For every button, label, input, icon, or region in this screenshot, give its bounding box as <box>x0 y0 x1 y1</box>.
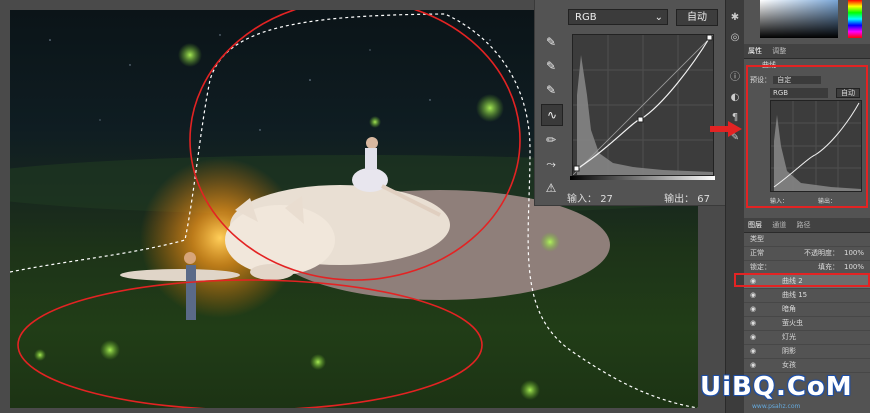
eye-icon[interactable]: ◉ <box>750 345 756 358</box>
adjustments-icon[interactable]: ◐ <box>726 88 744 108</box>
layer-row[interactable]: ◉ 暗角 <box>744 303 870 317</box>
layer-row[interactable]: ◉ 阴影 <box>744 345 870 359</box>
blend-opacity-row: 正常 不透明度： 100% <box>744 247 870 261</box>
opacity-value[interactable]: 100% <box>844 247 864 260</box>
layer-name: 阴影 <box>782 347 796 355</box>
properties-icon[interactable]: ⓘ <box>726 68 744 88</box>
layer-row[interactable]: ◉ 曲线 15 <box>744 289 870 303</box>
black-point-eyedropper-icon[interactable]: ✎ <box>541 56 561 76</box>
properties-highlight-box <box>746 65 868 208</box>
layer-row[interactable]: ◉ 萤火虫 <box>744 317 870 331</box>
curve-graph[interactable] <box>572 34 714 176</box>
input-output-readout: 输入： 27 输出： 67 <box>567 190 727 205</box>
opacity-label: 不透明度： <box>804 249 839 257</box>
input-label: 输入： <box>567 194 597 205</box>
properties-tabs: 属性 调整 <box>744 44 870 59</box>
tab-properties[interactable]: 属性 <box>748 47 762 55</box>
auto-button[interactable]: 自动 <box>676 9 718 26</box>
tab-paths[interactable]: 路径 <box>796 221 810 229</box>
clipping-warning-icon[interactable]: ⚠ <box>541 178 561 198</box>
tab-channels[interactable]: 通道 <box>772 221 786 229</box>
filter-kind-select[interactable]: 类型 <box>750 233 764 246</box>
sample-eyedropper-icon[interactable]: ✎ <box>541 32 561 52</box>
output-value: 67 <box>697 194 711 205</box>
layer-name: 曲线 15 <box>782 291 808 299</box>
eye-icon[interactable]: ◉ <box>750 303 756 316</box>
hue-slider[interactable] <box>848 0 862 38</box>
output-label: 输出： <box>664 194 695 205</box>
panel-tool-strip: ✱ ◎ ⓘ ◐ ¶ ✎ <box>725 0 744 413</box>
tab-layers[interactable]: 图层 <box>748 221 762 229</box>
curves-tools: ✎ ✎ ✎ ∿ ✏ ⤳ ⚠ <box>541 32 563 202</box>
layer-name: 灯光 <box>782 333 796 341</box>
smooth-curve-icon[interactable]: ⤳ <box>541 154 561 174</box>
channel-value: RGB <box>575 12 597 23</box>
gray-point-eyedropper-icon[interactable]: ✎ <box>541 80 561 100</box>
layers-tabs: 图层 通道 路径 <box>744 218 870 233</box>
selected-layer-highlight-box <box>734 273 870 287</box>
curve-point-tool-icon[interactable]: ∿ <box>541 104 563 126</box>
tab-adjustments[interactable]: 调整 <box>772 47 786 55</box>
info-icon[interactable]: ◎ <box>726 28 744 48</box>
layer-filter-row: 类型 <box>744 233 870 247</box>
eye-icon[interactable]: ◉ <box>750 359 756 372</box>
pencil-draw-icon[interactable]: ✏ <box>541 130 561 150</box>
layer-row[interactable]: ◉ 灯光 <box>744 331 870 345</box>
eye-icon[interactable]: ◉ <box>750 289 756 302</box>
layers-panel: 图层 通道 路径 类型 正常 不透明度： 100% 锁定： 填充： 100% ◉… <box>744 218 870 373</box>
blend-mode-select[interactable]: 正常 <box>750 247 764 260</box>
input-gradient-bar <box>570 176 715 180</box>
layer-name: 暗角 <box>782 305 796 313</box>
channel-select[interactable]: RGB ⌄ <box>568 9 668 25</box>
eye-icon[interactable]: ◉ <box>750 331 756 344</box>
input-value: 27 <box>600 194 613 205</box>
curves-dialog: ✎ ✎ ✎ ∿ ✏ ⤳ ⚠ RGB ⌄ 自动 输入： 27 输出： 67 <box>534 0 726 206</box>
history-icon[interactable]: ✱ <box>726 8 744 28</box>
color-picker-field[interactable] <box>760 0 838 38</box>
layer-row[interactable]: ◉ 女孩 <box>744 359 870 373</box>
watermark-url: www.psahz.com <box>752 403 801 410</box>
red-arrow-icon <box>710 121 742 140</box>
layer-name: 女孩 <box>782 361 796 369</box>
layer-name: 萤火虫 <box>782 319 803 327</box>
watermark-text: UiBQ.CoM <box>700 372 853 402</box>
chevron-down-icon: ⌄ <box>654 12 663 23</box>
eye-icon[interactable]: ◉ <box>750 317 756 330</box>
watermark-logo: UiBQ.CoM www.psahz.com <box>700 372 853 410</box>
